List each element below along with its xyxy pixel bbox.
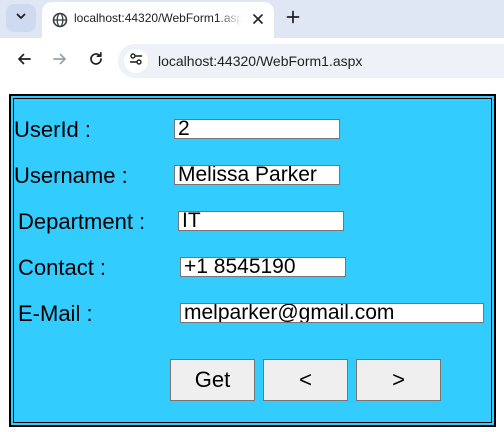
- email-label: E-Mail :: [18, 301, 93, 326]
- userid-input[interactable]: [174, 119, 340, 139]
- browser-tab-active[interactable]: localhost:44320/WebForm1.aspx: [42, 2, 274, 38]
- page-viewport: UserId : Username : Department : Contact…: [0, 84, 504, 432]
- tab-title: localhost:44320/WebForm1.aspx: [74, 11, 242, 25]
- contact-label: Contact :: [18, 255, 107, 280]
- form-panel-inner-border: UserId : Username : Department : Contact…: [13, 98, 492, 423]
- form-panel: UserId : Username : Department : Contact…: [9, 94, 496, 427]
- back-button[interactable]: [12, 49, 36, 73]
- chevron-down-icon: [15, 9, 27, 27]
- browser-toolbar: localhost:44320/WebForm1.aspx: [0, 38, 504, 84]
- username-input[interactable]: [174, 165, 340, 185]
- arrow-left-icon: [16, 51, 32, 72]
- department-input[interactable]: [178, 211, 344, 231]
- email-input[interactable]: [180, 303, 484, 323]
- new-tab-button[interactable]: [282, 8, 304, 30]
- forward-button[interactable]: [48, 49, 72, 73]
- address-bar[interactable]: localhost:44320/WebForm1.aspx: [118, 44, 504, 78]
- username-label: Username :: [14, 163, 128, 188]
- url-text[interactable]: localhost:44320/WebForm1.aspx: [158, 53, 362, 69]
- tune-icon: [129, 52, 143, 71]
- close-icon[interactable]: [250, 11, 266, 27]
- arrow-right-icon: [52, 51, 68, 72]
- department-label: Department :: [18, 209, 146, 234]
- contact-input[interactable]: [180, 257, 346, 277]
- get-button[interactable]: Get: [170, 359, 255, 401]
- previous-button[interactable]: <: [263, 359, 348, 401]
- reload-button[interactable]: [84, 49, 108, 73]
- plus-icon: [286, 10, 300, 29]
- tab-strip: localhost:44320/WebForm1.aspx: [0, 0, 504, 38]
- globe-icon: [52, 12, 68, 28]
- site-info-button[interactable]: [124, 49, 148, 73]
- tab-search-button[interactable]: [6, 4, 36, 32]
- next-button[interactable]: >: [356, 359, 441, 401]
- reload-icon: [88, 51, 104, 72]
- userid-label: UserId :: [14, 117, 92, 142]
